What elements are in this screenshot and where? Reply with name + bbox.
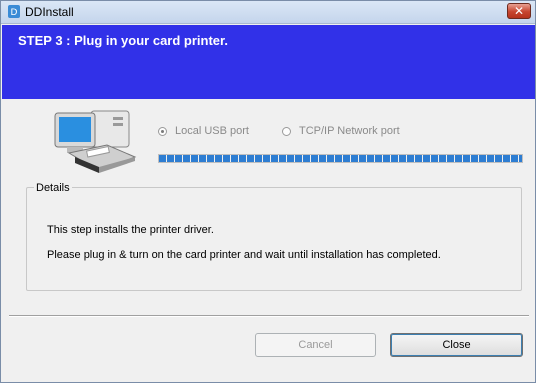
cancel-button[interactable]: Cancel [255, 333, 376, 357]
details-legend: Details [34, 182, 72, 194]
radio-unselected-icon [282, 126, 291, 136]
svg-text:D: D [11, 8, 18, 18]
local-usb-port-label: Local USB port [175, 125, 249, 137]
window-title: DDInstall [25, 5, 74, 19]
computer-card-printer-icon [54, 110, 137, 173]
details-line-1: This step installs the printer driver. [47, 224, 214, 236]
close-icon: ✕ [513, 4, 525, 18]
close-button[interactable]: Close [390, 333, 523, 357]
step-title: STEP 3 : Plug in your card printer. [18, 33, 228, 48]
details-line-2: Please plug in & turn on the card printe… [47, 249, 441, 261]
close-window-button[interactable]: ✕ [507, 3, 531, 19]
radio-selected-icon [158, 126, 167, 136]
progress-fill [159, 155, 522, 162]
button-separator [9, 315, 529, 317]
app-icon: D [8, 5, 20, 18]
local-usb-port-radio[interactable]: Local USB port [158, 125, 249, 137]
details-group [26, 187, 522, 291]
title-bar[interactable]: D DDInstall ✕ [1, 1, 535, 24]
tcpip-network-port-label: TCP/IP Network port [299, 125, 400, 137]
installer-window: D DDInstall ✕ STEP 3 : Plug in your card… [0, 0, 536, 383]
install-progress-bar [158, 154, 523, 163]
tcpip-network-port-radio[interactable]: TCP/IP Network port [282, 125, 400, 137]
